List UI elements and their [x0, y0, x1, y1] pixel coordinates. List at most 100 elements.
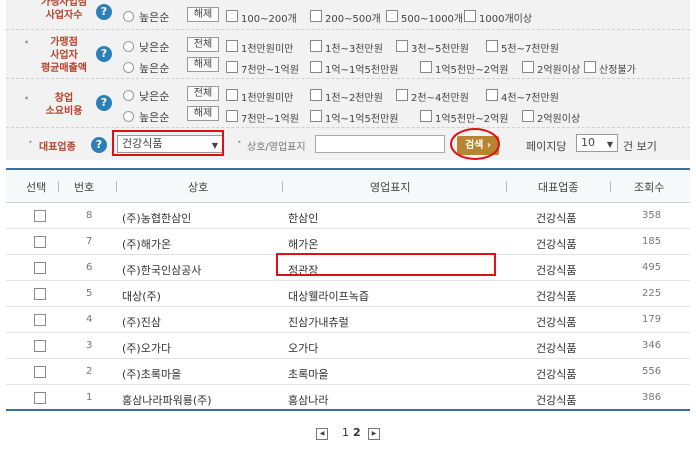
highlight-box-industry	[112, 130, 224, 156]
row-checkbox[interactable]	[34, 262, 46, 274]
checkbox-option[interactable]	[396, 40, 408, 52]
option-label: 1억5천만~2억원	[435, 65, 509, 76]
row-checkbox[interactable]	[34, 314, 46, 326]
checkbox-option[interactable]	[396, 89, 408, 101]
checkbox-option[interactable]	[522, 110, 534, 122]
row-industry: 건강식품	[536, 368, 577, 381]
checkbox-option[interactable]	[420, 110, 432, 122]
filter-row-startup-cost: • 창업 소요비용 ? 낮은순 높은순 전체 해제 1천만원미만 1천~2천만원…	[6, 80, 690, 128]
clear-button[interactable]: 해제	[187, 7, 219, 22]
help-icon[interactable]: ?	[96, 4, 112, 20]
row-brand[interactable]: 한삼인	[288, 210, 318, 226]
row-checkbox[interactable]	[34, 210, 46, 222]
radio-high[interactable]	[123, 111, 134, 122]
checkbox-option[interactable]	[522, 61, 534, 73]
row-views: 556	[642, 366, 662, 377]
checkbox-option[interactable]	[464, 10, 476, 22]
help-icon[interactable]: ?	[91, 137, 107, 153]
table-row[interactable]: 3 (주)오가다 오가다 건강식품 346	[6, 333, 690, 359]
table-row[interactable]: 7 (주)해가온 해가온 건강식품 185	[6, 229, 690, 255]
row-company[interactable]: (주)초록마을	[122, 366, 181, 382]
row-industry: 건강식품	[536, 264, 577, 277]
option-label: 1000개이상	[479, 14, 533, 25]
row-company[interactable]: (주)해가온	[122, 236, 171, 252]
page-link-1[interactable]: 1	[342, 426, 349, 439]
checkbox-option[interactable]	[310, 110, 322, 122]
bullet-icon: •	[28, 138, 33, 147]
help-icon[interactable]: ?	[96, 95, 112, 111]
row-industry: 건강식품	[536, 212, 577, 225]
checkbox-option[interactable]	[226, 10, 238, 22]
option-label: 5천~7천만원	[501, 44, 559, 55]
option-label: 2억원이상	[537, 65, 581, 76]
prev-page-icon[interactable]: ◀	[316, 428, 328, 440]
checkbox-option[interactable]	[226, 40, 238, 52]
radio-high[interactable]	[123, 11, 134, 22]
row-views: 495	[642, 262, 662, 273]
col-divider	[506, 181, 507, 192]
checkbox-option[interactable]	[310, 40, 322, 52]
option-label: 1천~2천만원	[325, 93, 383, 104]
row-brand[interactable]: 대상웰라이프녹즙	[288, 288, 369, 304]
table-row[interactable]: 5 대상(주) 대상웰라이프녹즙 건강식품 225	[6, 281, 690, 307]
per-page-select[interactable]: 10 ▼	[576, 134, 618, 152]
row-checkbox[interactable]	[34, 340, 46, 352]
checkbox-option[interactable]	[226, 61, 238, 73]
clear-button[interactable]: 해제	[187, 57, 219, 72]
checkbox-option[interactable]	[310, 89, 322, 101]
option-label: 1천만원미만	[241, 44, 294, 55]
row-checkbox[interactable]	[34, 288, 46, 300]
row-company[interactable]: (주)농협한삼인	[122, 210, 191, 226]
checkbox-option[interactable]	[486, 89, 498, 101]
row-views: 346	[642, 340, 662, 351]
row-number: 7	[86, 236, 93, 247]
col-header-company: 상호	[188, 181, 209, 194]
table-row[interactable]: 8 (주)농협한삼인 한삼인 건강식품 358	[6, 203, 690, 229]
row-number: 8	[86, 210, 93, 221]
clear-button[interactable]: 해제	[187, 106, 219, 121]
row-company[interactable]: (주)진삼	[122, 314, 161, 330]
row-checkbox[interactable]	[34, 236, 46, 248]
checkbox-option[interactable]	[226, 110, 238, 122]
checkbox-option[interactable]	[386, 10, 398, 22]
row-brand[interactable]: 진삼가내츄럴	[288, 314, 349, 330]
row-brand[interactable]: 해가온	[288, 236, 318, 252]
row-company[interactable]: 대상(주)	[122, 288, 161, 304]
checkbox-option[interactable]	[226, 89, 238, 101]
table-row[interactable]: 1 홍삼나라파워룡(주) 홍삼나라 건강식품 386	[6, 385, 690, 411]
select-all-button[interactable]: 전체	[187, 37, 219, 52]
select-all-button[interactable]: 전체	[187, 86, 219, 101]
table-row[interactable]: 2 (주)초록마을 초록마을 건강식품 556	[6, 359, 690, 385]
checkbox-option[interactable]	[310, 61, 322, 73]
table-header: 선택 번호 상호 영업표지 대표업종 조회수	[6, 168, 690, 203]
checkbox-option[interactable]	[420, 61, 432, 73]
option-label: 산정불가	[599, 65, 636, 76]
option-label: 100~200개	[241, 14, 297, 25]
radio-high[interactable]	[123, 62, 134, 73]
checkbox-option[interactable]	[486, 40, 498, 52]
next-page-icon[interactable]: ▶	[368, 428, 380, 440]
name-input[interactable]	[315, 135, 445, 153]
radio-low[interactable]	[123, 90, 134, 101]
row-brand[interactable]: 초록마을	[288, 366, 328, 382]
row-company[interactable]: 홍삼나라파워룡(주)	[122, 392, 212, 408]
row-company[interactable]: (주)오가다	[122, 340, 171, 356]
radio-low[interactable]	[123, 41, 134, 52]
option-label: 500~1000개	[401, 14, 464, 25]
row-brand[interactable]: 오가다	[288, 340, 318, 356]
option-label: 1억~1억5천만원	[325, 114, 399, 125]
row-company[interactable]: (주)한국인삼공사	[122, 262, 201, 278]
checkbox-option[interactable]	[584, 61, 596, 73]
filter-row-franchise-count: 가맹사업점 사업자수 ? 높은순 해제 100~200개 200~500개 50…	[6, 0, 690, 30]
row-brand[interactable]: 홍삼나라	[288, 392, 328, 408]
row-checkbox[interactable]	[34, 366, 46, 378]
option-label: 1억~1억5천만원	[325, 65, 399, 76]
option-label: 3천~5천만원	[411, 44, 469, 55]
table-row[interactable]: 4 (주)진삼 진삼가내츄럴 건강식품 179	[6, 307, 690, 333]
option-label: 1천~3천만원	[325, 44, 383, 55]
checkbox-option[interactable]	[310, 10, 322, 22]
help-icon[interactable]: ?	[96, 46, 112, 62]
row-checkbox[interactable]	[34, 392, 46, 404]
page-link-2[interactable]: 2	[353, 426, 361, 439]
option-label: 7천만~1억원	[241, 65, 299, 76]
